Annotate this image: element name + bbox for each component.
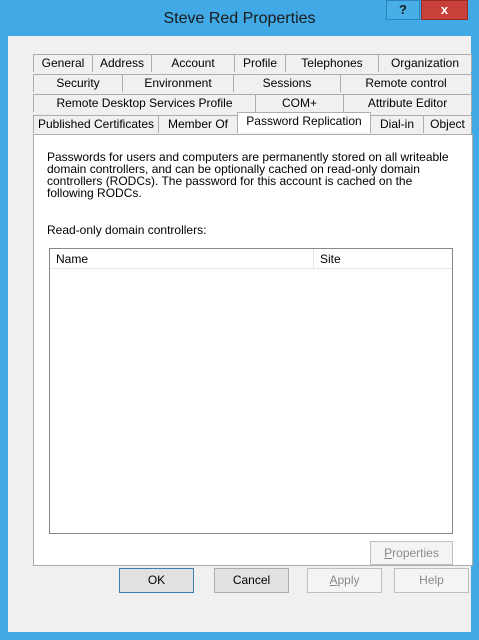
close-button[interactable]: x bbox=[421, 0, 468, 20]
tab-telephones[interactable]: Telephones bbox=[285, 54, 379, 72]
column-header-name[interactable]: Name bbox=[50, 249, 314, 269]
tab-sessions[interactable]: Sessions bbox=[233, 74, 341, 92]
list-header: Name Site bbox=[50, 249, 452, 269]
tab-account[interactable]: Account bbox=[151, 54, 235, 72]
tab-remote-control[interactable]: Remote control bbox=[340, 74, 472, 92]
apply-button[interactable]: Apply bbox=[307, 568, 382, 593]
tab-organization[interactable]: Organization bbox=[378, 54, 472, 72]
help-title-button[interactable]: ? bbox=[386, 0, 420, 20]
properties-mnemonic: P bbox=[384, 546, 393, 560]
tab-environment[interactable]: Environment bbox=[122, 74, 234, 92]
ok-button[interactable]: OK bbox=[119, 568, 194, 593]
properties-label-rest: roperties bbox=[392, 546, 439, 560]
tab-security[interactable]: Security bbox=[33, 74, 123, 92]
properties-button[interactable]: Properties bbox=[370, 541, 453, 565]
rodc-list[interactable]: Name Site bbox=[49, 248, 453, 534]
properties-dialog: Steve Red Properties ? x General Address… bbox=[0, 0, 479, 640]
question-icon: ? bbox=[399, 2, 407, 17]
tab-com-plus[interactable]: COM+ bbox=[255, 94, 344, 112]
tab-password-replication[interactable]: Password Replication bbox=[237, 112, 371, 133]
tab-dial-in[interactable]: Dial-in bbox=[370, 115, 424, 133]
cancel-button[interactable]: Cancel bbox=[214, 568, 289, 593]
tab-general[interactable]: General bbox=[33, 54, 93, 72]
apply-mnemonic: A bbox=[329, 573, 338, 587]
tab-object[interactable]: Object bbox=[423, 115, 472, 133]
help-button[interactable]: Help bbox=[394, 568, 469, 593]
tab-address[interactable]: Address bbox=[92, 54, 152, 72]
tab-member-of[interactable]: Member Of bbox=[158, 115, 238, 133]
tab-attribute-editor[interactable]: Attribute Editor bbox=[343, 94, 472, 112]
apply-label-rest: pply bbox=[337, 573, 360, 587]
tab-published-certificates[interactable]: Published Certificates bbox=[33, 115, 159, 133]
tab-remote-desktop-services-profile[interactable]: Remote Desktop Services Profile bbox=[33, 94, 256, 112]
password-replication-panel: Passwords for users and computers are pe… bbox=[33, 134, 473, 566]
rodc-list-label: Read-only domain controllers: bbox=[47, 223, 207, 237]
description-text: Passwords for users and computers are pe… bbox=[47, 150, 449, 200]
tab-profile[interactable]: Profile bbox=[234, 54, 286, 72]
title-bar[interactable]: Steve Red Properties ? x bbox=[0, 0, 479, 36]
close-icon: x bbox=[440, 2, 449, 17]
column-header-site[interactable]: Site bbox=[314, 249, 452, 269]
